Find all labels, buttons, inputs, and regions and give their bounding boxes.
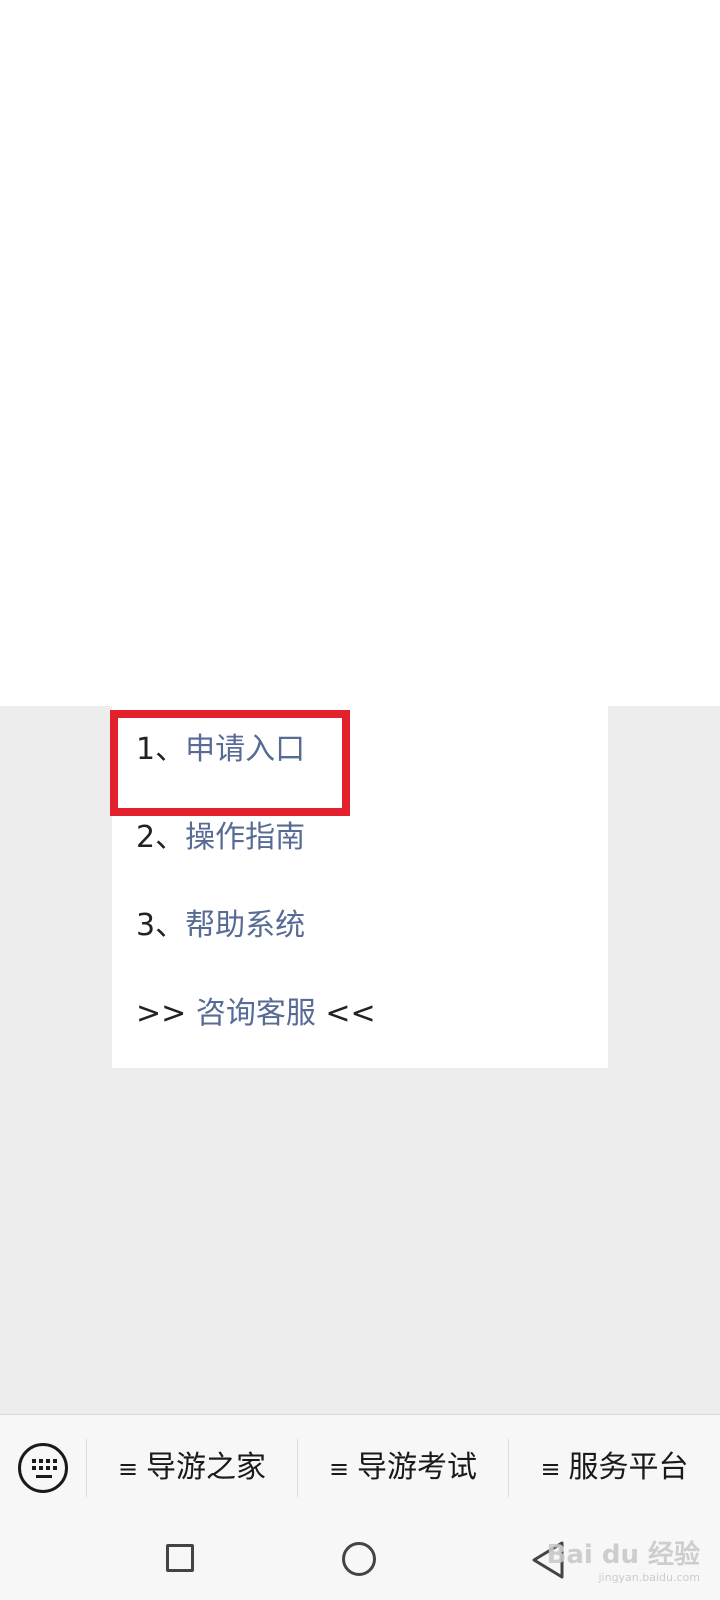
item-number: 2 (136, 820, 156, 855)
item-number: 3 (136, 908, 156, 943)
watermark: Bai du 经验 jingyan.baidu.com (547, 1534, 701, 1584)
home-icon[interactable] (342, 1542, 376, 1576)
item-separator: 、 (155, 732, 186, 767)
item-separator: 、 (155, 908, 186, 943)
recent-apps-icon[interactable] (166, 1544, 194, 1572)
arrow-prefix: >> (136, 996, 187, 1031)
menu-item-help-system[interactable]: 3、帮助系统 (136, 896, 305, 956)
screen: 1、申请入口 2、操作指南 3、帮助系统 >> 咨询客服 << ≡ 导游之家 ≡… (0, 0, 720, 1600)
item-label: 操作指南 (185, 820, 306, 855)
watermark-text: Bai du 经验 (546, 1540, 701, 1570)
menu-button-guide-exam[interactable]: ≡ 导游考试 (298, 1415, 508, 1521)
keyboard-icon[interactable] (18, 1443, 68, 1493)
item-separator: 、 (155, 820, 186, 855)
menu-button-label: 导游考试 (357, 1450, 478, 1485)
menu-button-service-platform[interactable]: ≡ 服务平台 (509, 1415, 720, 1521)
blank-area (0, 0, 720, 706)
menu-button-label: 服务平台 (568, 1450, 689, 1485)
item-label: 帮助系统 (185, 908, 306, 943)
menu-lines-icon: ≡ (328, 1455, 350, 1483)
menu-item-operation-guide[interactable]: 2、操作指南 (136, 808, 305, 868)
item-number: 1 (136, 732, 156, 767)
menu-item-customer-service[interactable]: >> 咨询客服 << (136, 984, 376, 1044)
menu-button-guide-home[interactable]: ≡ 导游之家 (87, 1415, 297, 1521)
item-label: 申请入口 (185, 732, 306, 767)
menu-button-label: 导游之家 (146, 1450, 267, 1485)
menu-lines-icon: ≡ (117, 1455, 139, 1483)
popup-menu: 1、申请入口 2、操作指南 3、帮助系统 >> 咨询客服 << (112, 706, 608, 1068)
watermark-subtext: jingyan.baidu.com (598, 1571, 700, 1584)
menu-item-apply-entry[interactable]: 1、申请入口 (136, 720, 305, 780)
menu-lines-icon: ≡ (540, 1455, 561, 1483)
item-label: 咨询客服 (195, 996, 316, 1031)
bottom-menu-bar: ≡ 导游之家 ≡ 导游考试 ≡ 服务平台 (0, 1414, 720, 1520)
arrow-suffix: << (325, 996, 376, 1031)
